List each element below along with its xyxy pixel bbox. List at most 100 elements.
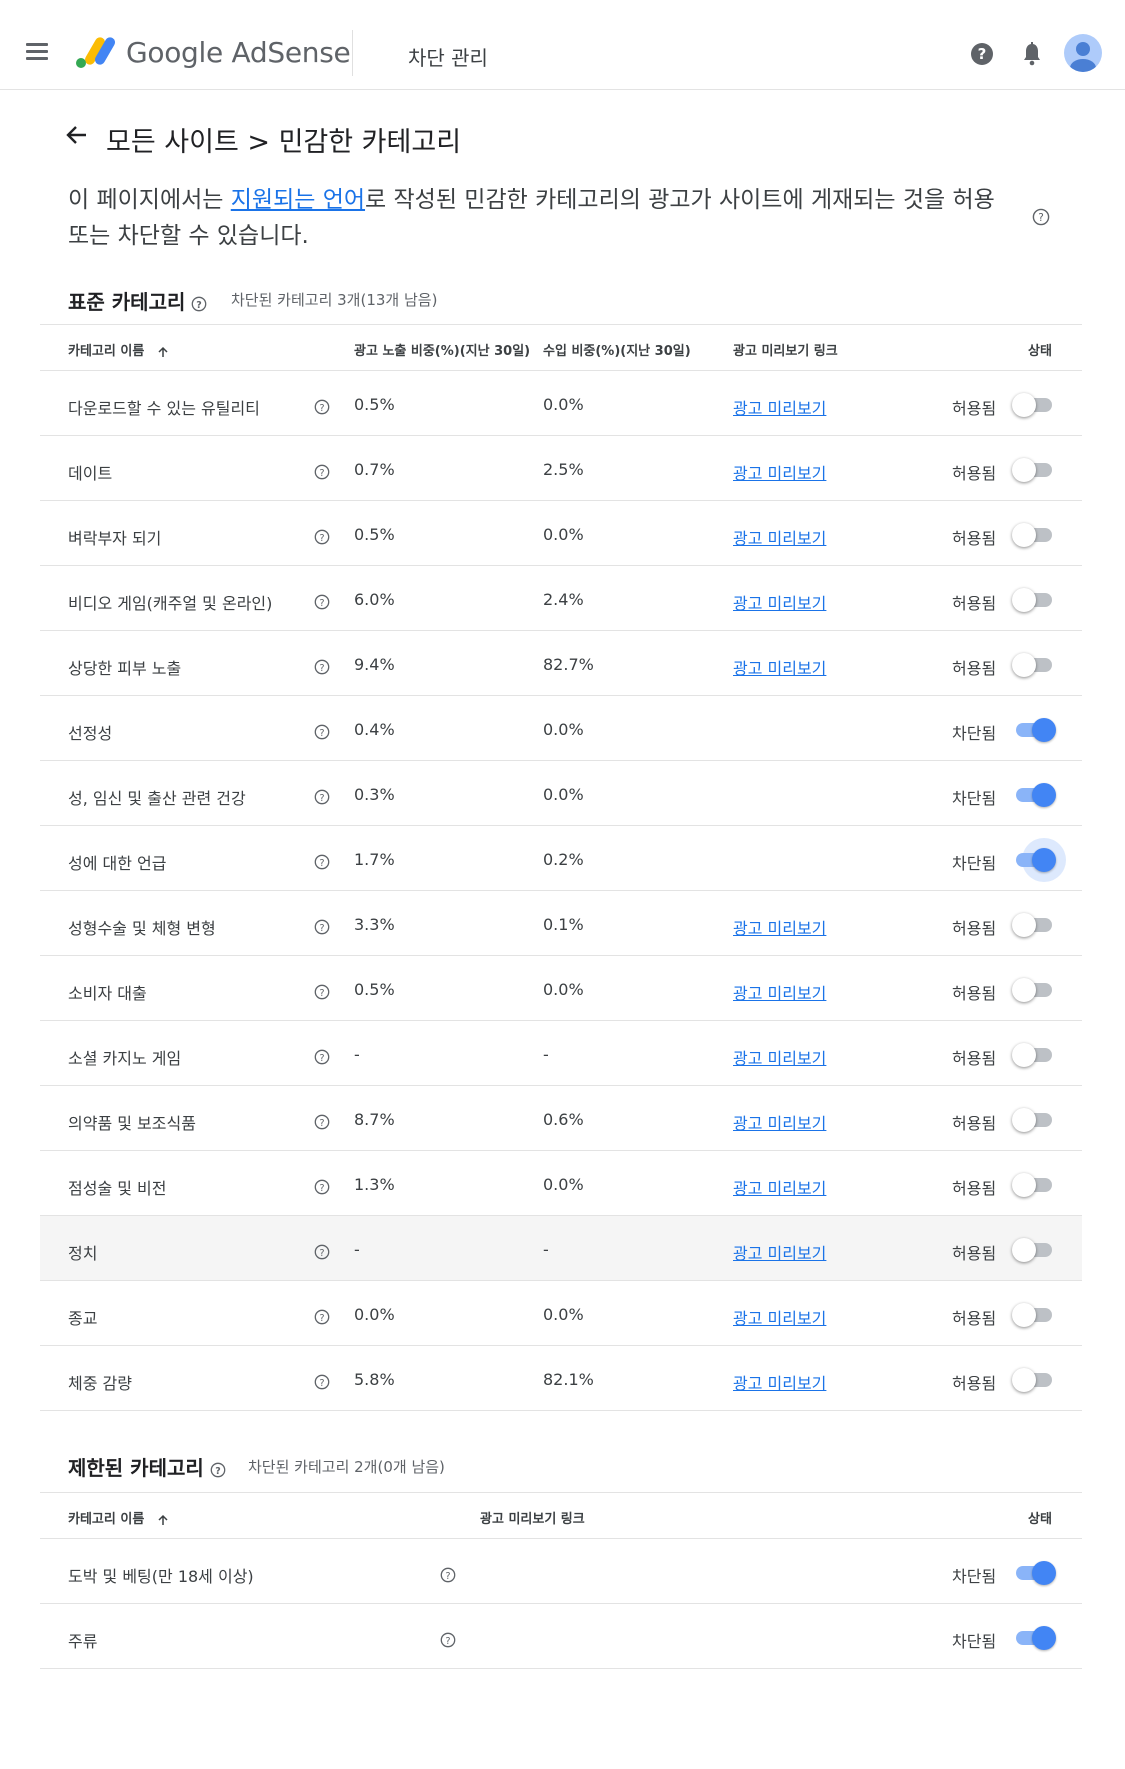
question-circle-icon[interactable]: ?	[314, 1049, 330, 1065]
ad-preview-link[interactable]: 광고 미리보기	[733, 590, 826, 614]
status-label: 허용됨	[952, 1374, 997, 1393]
status-toggle[interactable]	[1012, 458, 1056, 482]
question-circle-icon[interactable]: ?	[314, 464, 330, 480]
status-toggle[interactable]	[1012, 653, 1056, 677]
status-label: 허용됨	[952, 1179, 997, 1198]
table-row: 성, 임신 및 출산 관련 건강? 0.3% 0.0% 차단됨	[40, 761, 1082, 826]
revenue-share: 0.0%	[543, 525, 584, 544]
help-icon[interactable]: ?	[970, 42, 994, 66]
category-name: 상당한 피부 노출	[68, 659, 182, 678]
ad-preview-link[interactable]: 광고 미리보기	[733, 1370, 826, 1394]
status-toggle[interactable]	[1012, 1238, 1056, 1262]
question-circle-icon[interactable]: ?	[314, 1309, 330, 1325]
description-text-before: 이 페이지에서는	[68, 187, 231, 213]
svg-text:?: ?	[1038, 212, 1044, 224]
status-label: 허용됨	[952, 1114, 997, 1133]
revenue-share: 2.4%	[543, 590, 584, 609]
svg-text:?: ?	[319, 1118, 324, 1129]
toggle-knob	[1032, 783, 1056, 807]
svg-text:?: ?	[319, 1183, 324, 1194]
avatar-person-icon	[1070, 42, 1096, 72]
status-toggle[interactable]	[1012, 978, 1056, 1002]
ad-preview-link[interactable]: 광고 미리보기	[733, 980, 826, 1004]
question-circle-icon[interactable]: ?	[1032, 208, 1050, 226]
ad-preview-link[interactable]: 광고 미리보기	[733, 1110, 826, 1134]
header-impressions[interactable]: 광고 노출 비중(%)(지난 30일)	[354, 340, 530, 359]
question-circle-icon[interactable]: ?	[210, 1462, 226, 1478]
question-circle-icon[interactable]: ?	[314, 984, 330, 1000]
toggle-knob	[1012, 1368, 1036, 1392]
header-category-name[interactable]: 카테고리 이름	[68, 340, 169, 359]
status-label: 허용됨	[952, 984, 997, 1003]
menu-icon[interactable]	[26, 43, 50, 61]
bell-icon[interactable]	[1020, 41, 1044, 67]
question-circle-icon[interactable]: ?	[314, 1374, 330, 1390]
avatar[interactable]	[1064, 34, 1102, 72]
table-row: 의약품 및 보조식품? 8.7% 0.6% 광고 미리보기 허용됨	[40, 1086, 1082, 1151]
status-toggle[interactable]	[1012, 393, 1056, 417]
status-toggle[interactable]	[1012, 1561, 1056, 1585]
question-circle-icon[interactable]: ?	[314, 659, 330, 675]
svg-text:?: ?	[319, 1053, 324, 1064]
impression-share: 0.7%	[354, 460, 395, 479]
status-toggle[interactable]	[1012, 1303, 1056, 1327]
header-category-name[interactable]: 카테고리 이름	[68, 1508, 169, 1527]
question-circle-icon[interactable]: ?	[440, 1567, 456, 1583]
status-label: 허용됨	[952, 1309, 997, 1328]
question-circle-icon[interactable]: ?	[191, 296, 207, 312]
supported-languages-link[interactable]: 지원되는 언어	[231, 187, 365, 213]
question-circle-icon[interactable]: ?	[314, 1114, 330, 1130]
question-circle-icon[interactable]: ?	[314, 529, 330, 545]
question-circle-icon[interactable]: ?	[314, 919, 330, 935]
svg-text:?: ?	[445, 1571, 450, 1582]
table-row: 데이트? 0.7% 2.5% 광고 미리보기 허용됨	[40, 436, 1082, 501]
status-toggle[interactable]	[1012, 1043, 1056, 1067]
category-name: 데이트	[68, 464, 113, 483]
category-name: 의약품 및 보조식품	[68, 1114, 196, 1133]
svg-text:?: ?	[319, 728, 324, 739]
restricted-section-title-text: 제한된 카테고리	[68, 1456, 204, 1480]
status-toggle[interactable]	[1012, 783, 1056, 807]
question-circle-icon[interactable]: ?	[440, 1632, 456, 1648]
status-toggle[interactable]	[1012, 523, 1056, 547]
ad-preview-link[interactable]: 광고 미리보기	[733, 1175, 826, 1199]
question-circle-icon[interactable]: ?	[314, 854, 330, 870]
toggle-knob	[1012, 458, 1036, 482]
status-toggle[interactable]	[1012, 588, 1056, 612]
question-circle-icon[interactable]: ?	[314, 724, 330, 740]
question-circle-icon[interactable]: ?	[314, 399, 330, 415]
status-toggle[interactable]	[1012, 1173, 1056, 1197]
status-toggle[interactable]	[1012, 1108, 1056, 1132]
ad-preview-link[interactable]: 광고 미리보기	[733, 1240, 826, 1264]
question-circle-icon[interactable]: ?	[314, 594, 330, 610]
status-toggle[interactable]	[1012, 838, 1066, 882]
status-toggle[interactable]	[1012, 1368, 1056, 1392]
standard-section-title: 표준 카테고리?	[68, 286, 207, 315]
table-row: 도박 및 베팅(만 18세 이상)? 차단됨	[40, 1539, 1082, 1604]
question-circle-icon[interactable]: ?	[314, 789, 330, 805]
status-toggle[interactable]	[1012, 1626, 1056, 1650]
ad-preview-link[interactable]: 광고 미리보기	[733, 525, 826, 549]
svg-text:?: ?	[978, 45, 987, 63]
category-name: 성형수술 및 체형 변형	[68, 919, 216, 938]
revenue-share: 0.1%	[543, 915, 584, 934]
toggle-knob	[1012, 393, 1036, 417]
ad-preview-link[interactable]: 광고 미리보기	[733, 460, 826, 484]
ad-preview-link[interactable]: 광고 미리보기	[733, 395, 826, 419]
status-toggle[interactable]	[1012, 718, 1056, 742]
question-circle-icon[interactable]: ?	[314, 1244, 330, 1260]
ad-preview-link[interactable]: 광고 미리보기	[733, 915, 826, 939]
ad-preview-link[interactable]: 광고 미리보기	[733, 655, 826, 679]
arrow-back-icon[interactable]	[66, 124, 88, 146]
ad-preview-link[interactable]: 광고 미리보기	[733, 1305, 826, 1329]
status-toggle[interactable]	[1012, 913, 1056, 937]
table-row: 성형수술 및 체형 변형? 3.3% 0.1% 광고 미리보기 허용됨	[40, 891, 1082, 956]
impression-share: 0.4%	[354, 720, 395, 739]
category-name: 종교	[68, 1309, 98, 1328]
revenue-share: 0.0%	[543, 1175, 584, 1194]
question-circle-icon[interactable]: ?	[314, 1179, 330, 1195]
status-label: 허용됨	[952, 594, 997, 613]
table-row: 선정성? 0.4% 0.0% 차단됨	[40, 696, 1082, 761]
ad-preview-link[interactable]: 광고 미리보기	[733, 1045, 826, 1069]
header-revenue[interactable]: 수입 비중(%)(지난 30일)	[543, 340, 691, 359]
